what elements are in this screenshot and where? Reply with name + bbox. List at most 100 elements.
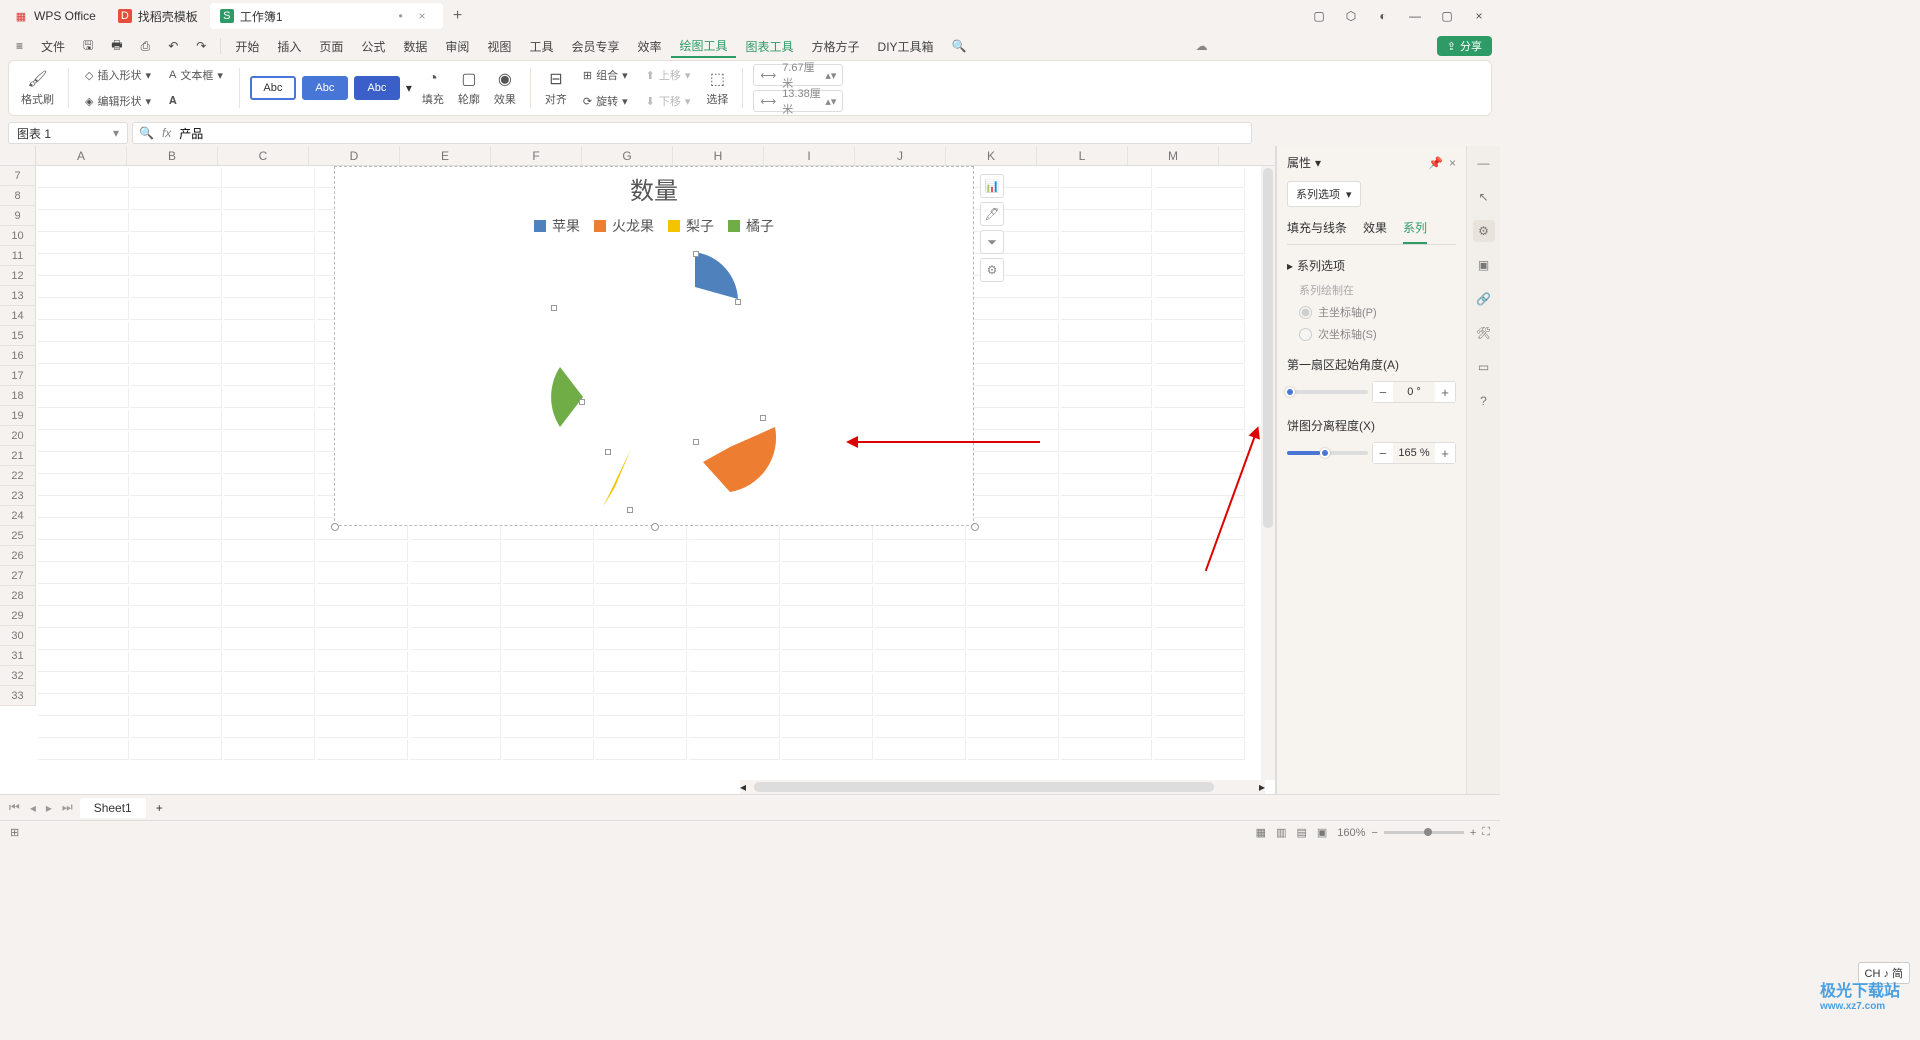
group-button[interactable]: ⊞组合 ▾ bbox=[577, 63, 634, 87]
col-M[interactable]: M bbox=[1128, 146, 1219, 165]
tab-series[interactable]: 系列 bbox=[1403, 219, 1427, 244]
preview-icon[interactable]: ⎙ bbox=[133, 34, 159, 58]
select-all[interactable] bbox=[0, 146, 36, 165]
col-F[interactable]: F bbox=[491, 146, 582, 165]
share-button[interactable]: ⇪ 分享 bbox=[1437, 36, 1492, 56]
row-30[interactable]: 30 bbox=[0, 626, 36, 646]
sheet-first-icon[interactable]: ⏮ bbox=[6, 800, 23, 815]
menu-view[interactable]: 视图 bbox=[479, 34, 519, 58]
row-31[interactable]: 31 bbox=[0, 646, 36, 666]
rail-help-icon[interactable]: ? bbox=[1473, 390, 1495, 412]
fx-cancel-icon[interactable]: 🔍 bbox=[139, 126, 154, 140]
slice-pear[interactable] bbox=[603, 449, 631, 507]
close-pane-icon[interactable]: × bbox=[1449, 156, 1456, 170]
row-7[interactable]: 7 bbox=[0, 166, 36, 186]
row-20[interactable]: 20 bbox=[0, 426, 36, 446]
series-opts-header[interactable]: ▸ 系列选项 bbox=[1287, 257, 1456, 274]
template-tab[interactable]: D 找稻壳模板 bbox=[108, 3, 208, 29]
rail-select-icon[interactable]: ↖ bbox=[1473, 186, 1495, 208]
sheet-prev-icon[interactable]: ◂ bbox=[27, 801, 39, 815]
wc-2-icon[interactable]: ⬡ bbox=[1342, 7, 1360, 25]
rail-layer-icon[interactable]: ▣ bbox=[1473, 254, 1495, 276]
chevron-icon[interactable]: ▾ bbox=[1315, 156, 1321, 170]
rail-book-icon[interactable]: ▭ bbox=[1473, 356, 1495, 378]
menu-start[interactable]: 开始 bbox=[227, 34, 267, 58]
col-H[interactable]: H bbox=[673, 146, 764, 165]
angle-plus[interactable]: + bbox=[1435, 382, 1455, 402]
explode-slider[interactable] bbox=[1287, 451, 1368, 455]
row-12[interactable]: 12 bbox=[0, 266, 36, 286]
chart-settings-button[interactable]: ⚙ bbox=[980, 258, 1004, 282]
menu-efficiency[interactable]: 效率 bbox=[629, 34, 669, 58]
angle-minus[interactable]: − bbox=[1373, 382, 1393, 402]
style-1-button[interactable]: Abc bbox=[250, 76, 296, 100]
row-9[interactable]: 9 bbox=[0, 206, 36, 226]
maximize-icon[interactable]: ▢ bbox=[1438, 7, 1456, 25]
minimize-icon[interactable]: — bbox=[1406, 7, 1424, 25]
col-G[interactable]: G bbox=[582, 146, 673, 165]
slice-dragon[interactable] bbox=[703, 427, 776, 492]
col-C[interactable]: C bbox=[218, 146, 309, 165]
row-16[interactable]: 16 bbox=[0, 346, 36, 366]
rail-settings-icon[interactable]: ⚙ bbox=[1473, 220, 1495, 242]
fill-button[interactable]: ◔填充 bbox=[418, 69, 448, 107]
outline-button[interactable]: ▢轮廓 bbox=[454, 69, 484, 107]
row-15[interactable]: 15 bbox=[0, 326, 36, 346]
row-32[interactable]: 32 bbox=[0, 666, 36, 686]
style-2-button[interactable]: Abc bbox=[302, 76, 348, 100]
sheet-next-icon[interactable]: ▸ bbox=[43, 801, 55, 815]
textbox-button[interactable]: A文本框 ▾ bbox=[163, 63, 229, 87]
insert-shape-button[interactable]: ◇插入形状 ▾ bbox=[79, 63, 157, 87]
zoom-control[interactable]: 160% − + ⛶ bbox=[1337, 826, 1490, 839]
menu-hamburger-icon[interactable]: ≡ bbox=[8, 34, 31, 58]
sheet-tab-1[interactable]: Sheet1 bbox=[80, 798, 146, 818]
zoom-out-icon[interactable]: − bbox=[1371, 827, 1377, 839]
tab-effect[interactable]: 效果 bbox=[1363, 219, 1387, 244]
row-19[interactable]: 19 bbox=[0, 406, 36, 426]
zoom-in-icon[interactable]: + bbox=[1470, 827, 1476, 839]
slice-orange[interactable] bbox=[551, 367, 583, 427]
row-21[interactable]: 21 bbox=[0, 446, 36, 466]
search-icon[interactable]: 🔍 bbox=[944, 34, 975, 58]
edit-shape-button[interactable]: ◈编辑形状 ▾ bbox=[79, 89, 157, 113]
slice-apple[interactable] bbox=[695, 252, 738, 299]
chart-elements-button[interactable]: 📊 bbox=[980, 174, 1004, 198]
row-24[interactable]: 24 bbox=[0, 506, 36, 526]
add-sheet-button[interactable]: + bbox=[150, 801, 169, 815]
height-input[interactable]: ⟷ 13.38厘米▴▾ bbox=[753, 90, 843, 112]
rail-collapse-icon[interactable]: — bbox=[1473, 152, 1495, 174]
rotate-button[interactable]: ⟳旋转 ▾ bbox=[577, 89, 634, 113]
menu-page[interactable]: 页面 bbox=[311, 34, 351, 58]
undo-icon[interactable]: ↶ bbox=[160, 34, 186, 58]
chart-style-button[interactable]: 🖊 bbox=[980, 202, 1004, 226]
new-tab-button[interactable]: + bbox=[445, 3, 471, 29]
width-input[interactable]: ⟷ 7.67厘米▴▾ bbox=[753, 64, 843, 86]
row-28[interactable]: 28 bbox=[0, 586, 36, 606]
wc-1-icon[interactable]: ▢ bbox=[1310, 7, 1328, 25]
menu-tools[interactable]: 工具 bbox=[521, 34, 561, 58]
fx-icon[interactable]: fx bbox=[162, 126, 171, 140]
col-A[interactable]: A bbox=[36, 146, 127, 165]
menu-review[interactable]: 审阅 bbox=[437, 34, 477, 58]
row-23[interactable]: 23 bbox=[0, 486, 36, 506]
close-icon[interactable]: • bbox=[399, 9, 413, 23]
tab-fill[interactable]: 填充与线条 bbox=[1287, 219, 1347, 244]
menu-drawing[interactable]: 绘图工具 bbox=[671, 34, 735, 58]
status-mode-icon[interactable]: ⊞ bbox=[10, 826, 19, 839]
effect-button[interactable]: ◉效果 bbox=[490, 69, 520, 107]
sheet-last-icon[interactable]: ⏭ bbox=[59, 800, 76, 815]
avatar-icon[interactable]: ◐ bbox=[1374, 7, 1392, 25]
row-27[interactable]: 27 bbox=[0, 566, 36, 586]
explode-value[interactable]: 165 % bbox=[1393, 447, 1435, 459]
pie-chart[interactable]: 数量 苹果 火龙果 梨子 橘子 bbox=[334, 166, 974, 526]
row-25[interactable]: 25 bbox=[0, 526, 36, 546]
align-button[interactable]: ⊟对齐 bbox=[541, 69, 571, 107]
format-brush-button[interactable]: 🖌格式刷 bbox=[17, 69, 58, 107]
angle-slider[interactable] bbox=[1287, 390, 1368, 394]
view-read-icon[interactable]: ▣ bbox=[1317, 826, 1327, 839]
view-page-icon[interactable]: ▥ bbox=[1276, 826, 1286, 839]
zoom-slider[interactable] bbox=[1384, 831, 1464, 834]
view-normal-icon[interactable]: ▦ bbox=[1256, 826, 1266, 839]
explode-plus[interactable]: + bbox=[1435, 443, 1455, 463]
col-K[interactable]: K bbox=[946, 146, 1037, 165]
